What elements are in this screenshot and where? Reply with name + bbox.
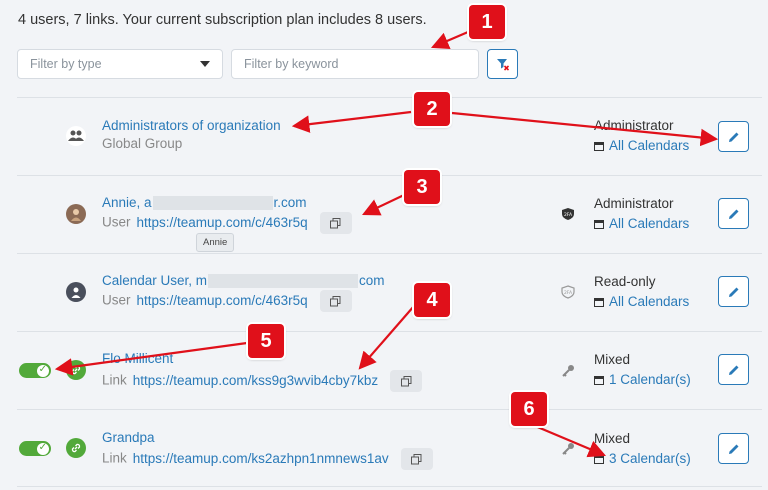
row-sub: Link https://teamup.com/kss9g3wvib4cby7kb… (102, 370, 423, 392)
row-name[interactable]: Administrators of organization (102, 118, 281, 133)
redacted-block (208, 274, 359, 289)
check-icon: ✓ (38, 364, 47, 375)
avatar (66, 204, 86, 224)
row-link[interactable]: https://teamup.com/ks2azhpn1nmnews1av (133, 451, 389, 466)
copy-icon (411, 453, 422, 464)
pencil-icon (728, 365, 738, 375)
row-link[interactable]: https://teamup.com/kss9g3wvib4cby7kbz (133, 373, 378, 388)
row-kind: Global Group (102, 136, 183, 151)
group-icon (66, 126, 86, 146)
calendar-icon (594, 375, 604, 385)
user-icon (66, 282, 86, 302)
redacted-block (152, 196, 273, 211)
table-row: Calendar User, m com User https://teamup.c… (17, 253, 762, 331)
check-icon: ✓ (38, 442, 47, 453)
key-icon (560, 363, 576, 379)
row-name[interactable]: Calendar User, m com (102, 273, 385, 289)
row-calendars-link[interactable]: All Calendars (594, 138, 689, 153)
user-summary: 4 users, 7 links. Your current subscript… (18, 12, 427, 28)
row-role: Administrator (594, 196, 674, 211)
annotation-badge-1: 1 (469, 5, 505, 39)
copy-link-button[interactable] (390, 370, 423, 392)
row-sub: Link https://teamup.com/ks2azhpn1nmnews1a… (102, 448, 433, 470)
svg-text:2FA: 2FA (564, 290, 573, 296)
pencil-icon (728, 209, 738, 219)
svg-text:2FA: 2FA (564, 212, 573, 218)
row-kind: Link (102, 372, 127, 388)
calendar-label: All Calendars (609, 294, 690, 309)
filter-keyword-placeholder: Filter by keyword (244, 57, 339, 71)
row-kind: User (102, 292, 131, 308)
edit-button[interactable] (718, 433, 749, 464)
row-role: Administrator (594, 118, 674, 133)
copy-link-button[interactable] (319, 290, 352, 312)
table-row: Administrators of organization Global Gr… (17, 97, 762, 175)
calendar-icon (594, 297, 604, 307)
row-link[interactable]: https://teamup.com/c/463r5q (137, 293, 308, 308)
row-name-end: r.com (273, 195, 307, 210)
row-name[interactable]: Grandpa (102, 430, 155, 445)
pencil-icon (728, 444, 738, 454)
table-row: ✓ Flo Millicent Link https://teamup.com/k… (17, 331, 762, 409)
row-calendars-link[interactable]: 1 Calendar(s) (594, 372, 691, 387)
calendar-label: All Calendars (609, 138, 690, 153)
row-name[interactable]: Annie, a r.com (102, 195, 307, 211)
annotation-badge-5: 5 (248, 324, 284, 358)
shield-icon: 2FA (560, 284, 576, 300)
copy-icon (330, 295, 341, 306)
pencil-icon (728, 132, 738, 142)
row-name-end: com (359, 273, 385, 288)
row-name-start: Annie, a (102, 195, 152, 210)
row-kind: User (102, 214, 131, 230)
two-factor-shield-icon: 2FA (560, 206, 576, 222)
row-calendars-link[interactable]: All Calendars (594, 216, 689, 231)
calendar-label: 1 Calendar(s) (609, 372, 691, 387)
calendar-icon (594, 454, 604, 464)
annotation-badge-4: 4 (414, 283, 450, 317)
copy-link-button[interactable] (319, 212, 352, 234)
copy-icon (330, 217, 341, 228)
row-role: Read-only (594, 274, 656, 289)
edit-button[interactable] (718, 354, 749, 385)
row-name[interactable]: Flo Millicent (102, 351, 173, 366)
link-icon (66, 360, 86, 380)
annotation-badge-3: 3 (404, 170, 440, 204)
annotation-badge-2: 2 (414, 92, 450, 126)
clear-filter-button[interactable] (487, 49, 518, 79)
filter-type-placeholder: Filter by type (30, 57, 102, 71)
edit-button[interactable] (718, 121, 749, 152)
filter-by-type-select[interactable]: Filter by type (17, 49, 223, 79)
filter-clear-icon (496, 59, 509, 71)
chevron-down-icon (200, 61, 210, 67)
row-role: Mixed (594, 431, 631, 446)
copy-icon (400, 375, 412, 386)
row-kind: Link (102, 450, 127, 466)
row-name-start: Calendar User, m (102, 273, 208, 288)
link-enabled-toggle[interactable]: ✓ (19, 441, 51, 456)
copy-link-button[interactable] (400, 448, 433, 470)
calendar-icon (594, 141, 604, 151)
pencil-icon (728, 287, 738, 297)
key-icon (560, 441, 576, 457)
tooltip: Annie (196, 233, 235, 252)
calendar-label: 3 Calendar(s) (609, 451, 691, 466)
row-calendars-link[interactable]: All Calendars (594, 294, 689, 309)
row-sub: User https://teamup.com/c/463r5q (102, 212, 352, 234)
edit-button[interactable] (718, 198, 749, 229)
table-row: Annie, a r.com User https://teamup.com/c/4… (17, 175, 762, 253)
link-icon (66, 438, 86, 458)
annotation-badge-6: 6 (511, 392, 547, 426)
row-calendars-link[interactable]: 3 Calendar(s) (594, 451, 691, 466)
filter-by-keyword-input[interactable]: Filter by keyword (231, 49, 479, 79)
table-row: ✓ Grandpa Link https://teamup.com/ks2azhp… (17, 409, 762, 487)
calendar-label: All Calendars (609, 216, 690, 231)
row-sub: User https://teamup.com/c/463r5q (102, 290, 352, 312)
row-role: Mixed (594, 352, 631, 367)
calendar-icon (594, 219, 604, 229)
edit-button[interactable] (718, 276, 749, 307)
link-enabled-toggle[interactable]: ✓ (19, 363, 51, 378)
row-link[interactable]: https://teamup.com/c/463r5q (137, 215, 308, 230)
